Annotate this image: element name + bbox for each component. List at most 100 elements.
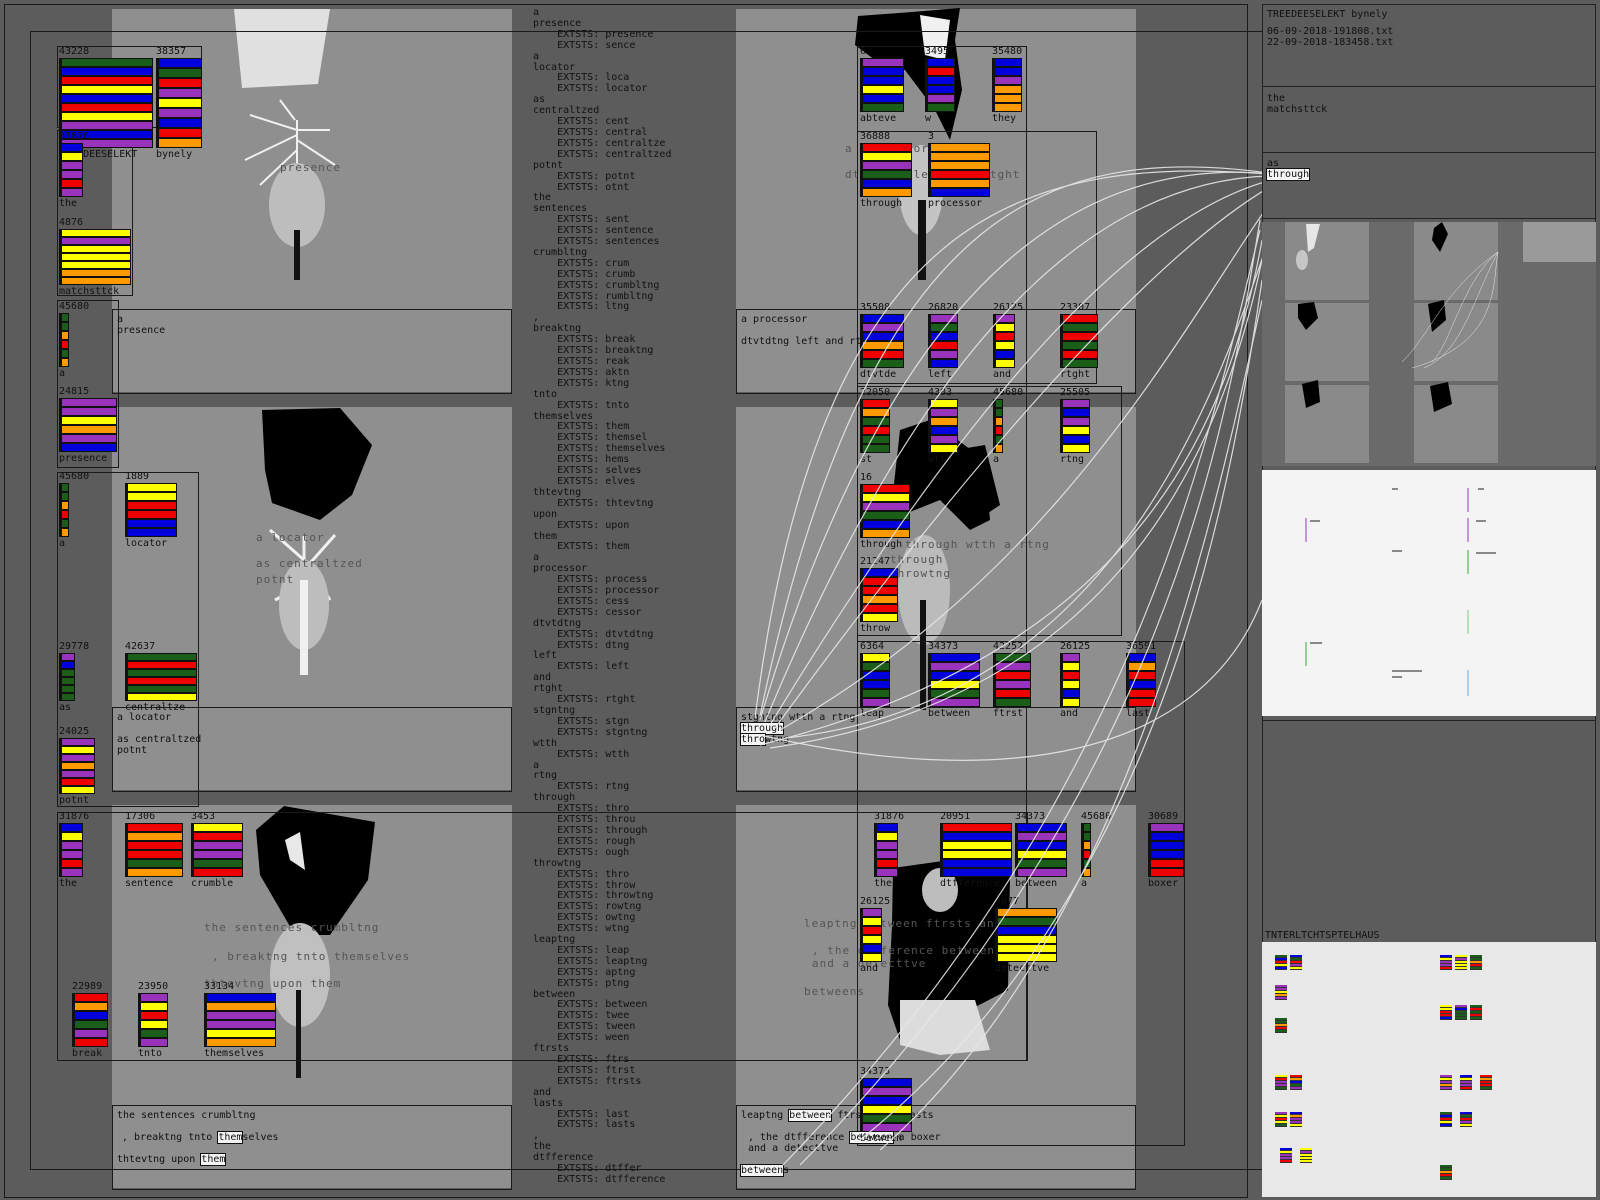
left-word-bar-11-1 [61, 832, 83, 841]
left-word-bar-16-0 [206, 993, 276, 1002]
left-word-bar-4-4 [61, 349, 69, 358]
mid-word-bar-3-0 [862, 143, 912, 152]
mid-word-label-25[interactable]: and [860, 964, 878, 974]
left-word-bar-13-2 [193, 841, 243, 850]
mid-word-label-17[interactable]: ftrst [993, 709, 1023, 719]
mid-word-label-14[interactable]: throw [860, 624, 890, 634]
mini-bar-8-4 [1455, 1017, 1467, 1020]
left-word-label-15[interactable]: tnto [138, 1049, 162, 1059]
left-word-bar-13-4 [193, 859, 243, 868]
mid-word-label-0[interactable]: abteve [860, 114, 896, 124]
mid-word-label-27[interactable]: between [860, 1134, 902, 1144]
mid-word-bar-13-2 [862, 502, 910, 511]
mid-word-label-18[interactable]: and [1060, 709, 1078, 719]
mid-word-bars-18 [1060, 653, 1080, 707]
mid-word-bar-24-5 [1150, 868, 1184, 877]
caption-sentences-3: thtevtng upon them [117, 1153, 227, 1166]
mid-word-label-26[interactable]: detecttve [995, 964, 1049, 974]
mid-word-count-25: 26125 [860, 896, 891, 907]
mid-word-bar-15-5 [862, 698, 890, 707]
mini-stack-2 [1440, 955, 1452, 970]
mid-word-label-7[interactable]: and [993, 370, 1011, 380]
mid-word-bars-17 [993, 653, 1031, 707]
mid-word-label-23[interactable]: a [1081, 879, 1087, 889]
left-word-bars-1 [156, 58, 202, 148]
mini-bar-14-4 [1290, 1087, 1302, 1090]
left-word-bar-8-2 [61, 669, 75, 677]
left-word-bar-3-4 [61, 261, 131, 269]
mid-word-bar-22-4 [1017, 859, 1067, 868]
left-word-label-4[interactable]: a [59, 369, 65, 379]
mid-word-label-21[interactable]: dtfference [940, 879, 1000, 889]
mid-word-count-21: 20951 [940, 811, 971, 822]
mid-word-label-10[interactable]: wtth [928, 455, 952, 465]
mid-word-label-19[interactable]: last [1126, 709, 1150, 719]
mini-bar-0-4 [1275, 967, 1287, 970]
mid-word-bar-8-2 [1062, 332, 1098, 341]
mid-word-label-13[interactable]: through [860, 540, 902, 550]
left-word-label-6[interactable]: a [59, 539, 65, 549]
mid-word-label-11[interactable]: a [993, 455, 999, 465]
mid-word-label-12[interactable]: rtng [1060, 455, 1084, 465]
left-word-label-1[interactable]: bynely [156, 150, 192, 160]
mid-word-bar-5-2 [862, 332, 904, 341]
mid-word-bar-26-2 [997, 926, 1057, 935]
left-word-label-13[interactable]: crumble [191, 879, 233, 889]
left-word-bar-5-0 [61, 398, 117, 407]
mid-word-bar-1-3 [927, 85, 955, 94]
left-word-bar-1-2 [158, 78, 202, 88]
left-word-label-9[interactable]: centraltze [125, 703, 185, 713]
mid-word-label-1[interactable]: w [925, 114, 931, 124]
mid-word-label-20[interactable]: the [874, 879, 892, 889]
mini-bar-15-4 [1275, 1124, 1287, 1127]
left-word-bar-4-3 [61, 340, 69, 349]
mini-stack-15 [1275, 1112, 1287, 1127]
word-analysis-list: a presence EXTSTS: presence EXTSTS: senc… [533, 8, 672, 1185]
left-word-label-14[interactable]: break [72, 1049, 102, 1059]
mid-word-bar-9-4 [862, 435, 890, 444]
mid-word-bars-20 [874, 823, 898, 877]
left-word-label-11[interactable]: the [59, 879, 77, 889]
mid-word-bars-19 [1126, 653, 1156, 707]
mid-word-label-5[interactable]: dtvtde [860, 370, 896, 380]
mid-word-label-16[interactable]: between [928, 709, 970, 719]
mid-word-label-9[interactable]: st [860, 455, 872, 465]
mid-word-count-4: 3 [928, 131, 935, 142]
left-word-label-16[interactable]: themselves [204, 1049, 264, 1059]
left-word-label-7[interactable]: locator [125, 539, 167, 549]
left-word-bar-7-0 [127, 483, 177, 492]
left-word-bars-7 [125, 483, 177, 537]
left-word-label-12[interactable]: sentence [125, 879, 173, 889]
mid-word-count-0: 6 [860, 46, 867, 57]
mid-word-bar-17-1 [995, 662, 1031, 671]
left-word-bar-3-0 [61, 229, 131, 237]
mid-word-label-4[interactable]: processor [928, 199, 982, 209]
left-word-bar-2-5 [61, 188, 83, 197]
left-word-count-1: 38357 [156, 46, 187, 57]
sidebar-file-1: 06-09-2018-191808.txt [1267, 26, 1394, 37]
left-word-label-10[interactable]: potnt [59, 796, 89, 806]
mid-word-label-24[interactable]: boxer [1148, 879, 1178, 889]
mid-word-label-8[interactable]: rtght [1060, 370, 1090, 380]
mini-stack-12 [1480, 1075, 1492, 1090]
mid-word-label-2[interactable]: they [992, 114, 1016, 124]
mid-word-label-22[interactable]: between [1015, 879, 1057, 889]
mid-word-label-15[interactable]: leap [860, 709, 884, 719]
left-word-bar-3-5 [61, 269, 131, 277]
left-word-bar-7-2 [127, 501, 177, 510]
left-word-bar-16-2 [206, 1011, 276, 1020]
left-word-label-5[interactable]: presence [59, 454, 107, 464]
left-word-label-8[interactable]: as [59, 703, 71, 713]
mid-word-bars-11 [993, 399, 1003, 453]
left-word-bar-0-4 [61, 94, 153, 103]
left-word-count-8: 29778 [59, 641, 90, 652]
mid-word-label-6[interactable]: left [928, 370, 952, 380]
left-word-label-2[interactable]: the [59, 199, 77, 209]
left-word-bars-6 [59, 483, 69, 537]
left-word-bar-12-0 [127, 823, 183, 832]
left-word-bar-12-5 [127, 868, 183, 877]
sidebar-label-bottom: TNTERLTCHTSPTELHAUS [1265, 930, 1380, 941]
mid-word-label-3[interactable]: through [860, 199, 902, 209]
left-word-label-3[interactable]: matchsttck [59, 287, 119, 297]
left-word-bar-5-1 [61, 407, 117, 416]
